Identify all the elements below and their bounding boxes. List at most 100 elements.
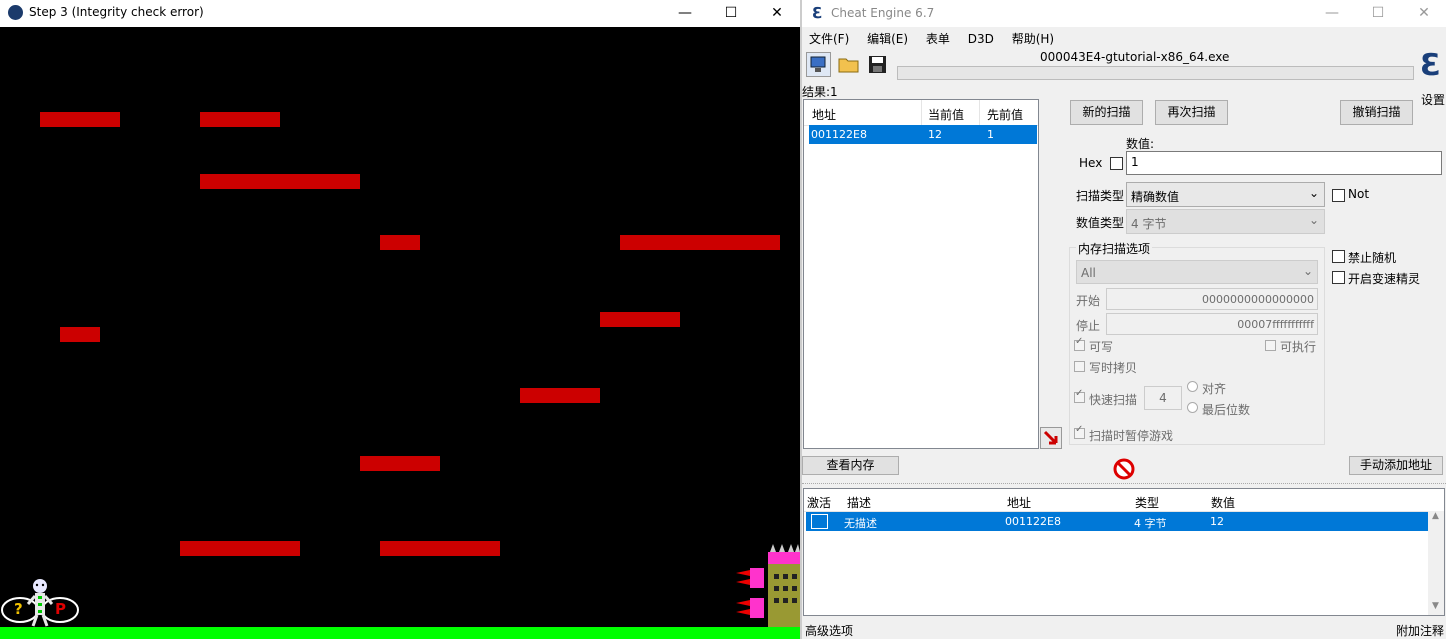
platform <box>360 456 440 471</box>
close-button[interactable]: ✕ <box>1401 0 1446 27</box>
maximize-button[interactable]: ☐ <box>1355 0 1401 27</box>
settings-button[interactable]: ℇ 设置 <box>1418 48 1446 107</box>
row-value: 12 <box>1210 515 1224 528</box>
row-type: 4 字节 <box>1134 517 1167 530</box>
view-memory-button[interactable]: 查看内存 <box>802 456 899 475</box>
speedhack-checkbox[interactable] <box>1332 271 1345 284</box>
region-select[interactable]: All ⌄ <box>1076 260 1318 284</box>
minimize-button[interactable]: — <box>1309 0 1355 27</box>
start-label: 开始 <box>1076 294 1101 308</box>
list-item[interactable]: 001122E8 12 1 <box>809 125 1037 144</box>
player-character <box>1 579 79 627</box>
col-address[interactable]: 地址 <box>1007 494 1031 511</box>
no-random-label: 禁止随机 <box>1348 251 1397 265</box>
fast-scan-value: 4 <box>1159 391 1167 405</box>
platform <box>60 327 100 342</box>
executable-label: 可执行 <box>1280 340 1317 354</box>
executable-checkbox[interactable] <box>1265 340 1276 351</box>
value-input-text: 1 <box>1131 155 1139 169</box>
start-address-input[interactable]: 0000000000000000 <box>1106 288 1318 310</box>
list-header: 地址 当前值 先前值 <box>804 100 1038 126</box>
stop-icon[interactable] <box>1113 458 1135 480</box>
minimize-button[interactable]: — <box>662 0 708 27</box>
folder-icon <box>838 58 859 73</box>
stop-address-value: 00007fffffffffff <box>1237 318 1314 331</box>
cheat-engine-window: ℇ Cheat Engine 6.7 — ☐ ✕ 文件(F) 编辑(E) 表单 … <box>802 0 1446 639</box>
chevron-down-icon: ⌄ <box>1309 213 1320 227</box>
col-description[interactable]: 描述 <box>847 494 871 511</box>
vertical-scrollbar[interactable]: ▲ ▼ <box>1428 511 1444 615</box>
p-glyph: P <box>55 600 66 618</box>
region-value: All <box>1081 266 1096 280</box>
stop-sign-icon <box>1113 458 1135 480</box>
last-digits-radio[interactable] <box>1187 402 1198 413</box>
scroll-up-icon[interactable]: ▲ <box>1432 511 1439 521</box>
menu-file[interactable]: 文件(F) <box>809 32 849 46</box>
open-file-button[interactable] <box>836 52 861 77</box>
fast-scan-input[interactable]: 4 <box>1144 386 1182 410</box>
add-address-button[interactable]: 手动添加地址 <box>1349 456 1443 475</box>
checkmark-icon: ✓ <box>1075 388 1084 399</box>
align-radio[interactable] <box>1187 381 1198 392</box>
checkmark-icon: ✓ <box>1075 424 1084 435</box>
scroll-down-icon[interactable]: ▼ <box>1432 601 1439 611</box>
undo-scan-button[interactable]: 撤销扫描 <box>1340 100 1413 125</box>
ground <box>0 627 800 639</box>
process-name: 000043E4-gtutorial-x86_64.exe <box>1040 50 1230 64</box>
not-checkbox[interactable] <box>1332 189 1345 202</box>
no-random-checkbox[interactable] <box>1332 250 1345 263</box>
writable-label: 可写 <box>1089 340 1114 354</box>
col-current-value[interactable]: 当前值 <box>928 106 964 123</box>
col-active[interactable]: 激活 <box>807 494 831 511</box>
chevron-down-icon: ⌄ <box>1309 186 1320 200</box>
col-type[interactable]: 类型 <box>1135 494 1159 511</box>
row-description: 无描述 <box>844 517 877 530</box>
menu-edit[interactable]: 编辑(E) <box>867 32 908 46</box>
not-label: Not <box>1348 187 1370 201</box>
col-divider <box>979 100 980 125</box>
active-checkbox[interactable] <box>811 514 828 529</box>
value-type-value: 4 字节 <box>1131 217 1167 231</box>
platform <box>200 174 360 189</box>
scan-type-label: 扫描类型 <box>1076 189 1125 203</box>
save-icon <box>869 56 886 73</box>
menu-help[interactable]: 帮助(H) <box>1012 32 1054 46</box>
scan-type-select[interactable]: 精确数值 ⌄ <box>1126 182 1325 207</box>
value-input[interactable]: 1 <box>1126 151 1442 175</box>
platform <box>200 112 280 127</box>
address-table[interactable]: 激活 描述 地址 类型 数值 无描述 001122E8 4 字节 12 ▲ ▼ <box>803 488 1445 616</box>
settings-label: 设置 <box>1421 93 1446 107</box>
scan-results-list[interactable]: 地址 当前值 先前值 001122E8 12 1 <box>803 99 1039 449</box>
new-scan-button[interactable]: 新的扫描 <box>1070 100 1143 125</box>
next-scan-button[interactable]: 再次扫描 <box>1155 100 1228 125</box>
checkmark-icon: ✓ <box>1075 336 1084 347</box>
col-address[interactable]: 地址 <box>812 106 836 123</box>
open-process-button[interactable] <box>806 52 831 77</box>
col-value[interactable]: 数值 <box>1211 494 1235 511</box>
computer-icon <box>810 56 826 72</box>
add-to-list-button[interactable] <box>1040 427 1062 449</box>
save-button[interactable] <box>865 52 890 77</box>
castle-goal <box>736 544 800 628</box>
platform <box>380 235 420 250</box>
advanced-options-link[interactable]: 高级选项 <box>805 622 853 639</box>
red-arrow-icon <box>1043 430 1058 445</box>
col-previous-value[interactable]: 先前值 <box>987 106 1023 123</box>
game-title-bar: Step 3 (Integrity check error) — ☐ ✕ <box>0 0 800 27</box>
stop-label: 停止 <box>1076 319 1101 333</box>
stop-address-input[interactable]: 00007fffffffffff <box>1106 313 1318 335</box>
item-current-value: 12 <box>928 128 942 141</box>
close-button[interactable]: ✕ <box>754 0 800 27</box>
start-address-value: 0000000000000000 <box>1202 293 1314 306</box>
item-previous-value: 1 <box>987 128 994 141</box>
hex-checkbox[interactable] <box>1110 157 1123 170</box>
value-type-select[interactable]: 4 字节 ⌄ <box>1126 209 1325 234</box>
ce-title-bar: ℇ Cheat Engine 6.7 — ☐ ✕ <box>802 0 1446 27</box>
copy-on-write-checkbox[interactable] <box>1074 361 1085 372</box>
menu-table[interactable]: 表单 <box>926 32 950 46</box>
table-row[interactable]: 无描述 001122E8 4 字节 12 <box>806 512 1428 531</box>
menu-d3d[interactable]: D3D <box>968 32 994 46</box>
maximize-button[interactable]: ☐ <box>708 0 754 27</box>
add-comment-link[interactable]: 附加注释 <box>1396 622 1444 639</box>
value-label: 数值: <box>1126 137 1155 151</box>
